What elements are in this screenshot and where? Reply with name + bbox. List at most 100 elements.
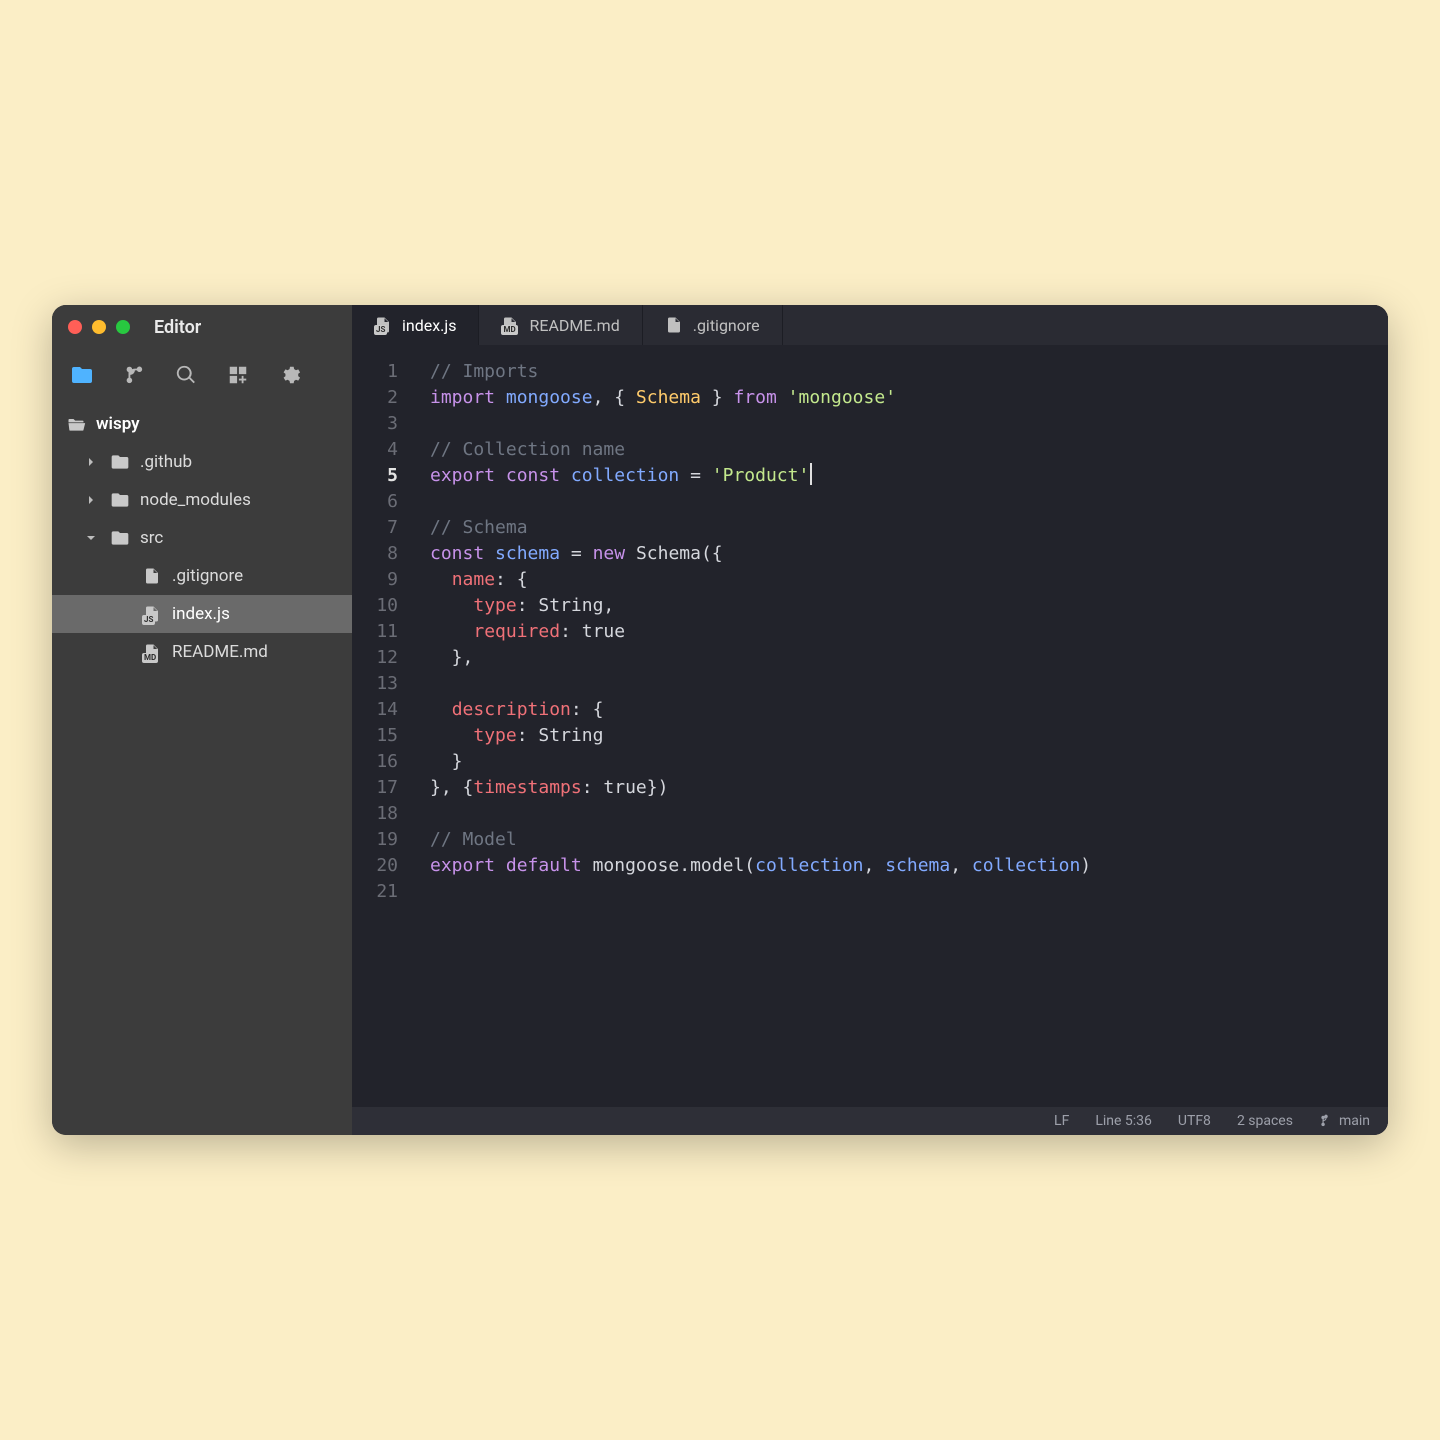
code-line[interactable]: type: String, bbox=[430, 593, 1388, 619]
code-line[interactable]: name: { bbox=[430, 567, 1388, 593]
code-line[interactable] bbox=[430, 671, 1388, 697]
tree-item[interactable]: src bbox=[52, 519, 352, 557]
js-file-icon: JS bbox=[374, 316, 392, 334]
tree-item[interactable]: .gitignore bbox=[52, 557, 352, 595]
code-line[interactable]: const schema = new Schema({ bbox=[430, 541, 1388, 567]
tab[interactable]: MDREADME.md bbox=[479, 305, 642, 345]
line-number: 17 bbox=[352, 775, 398, 801]
tree-item-label: index.js bbox=[172, 604, 230, 624]
extensions-icon[interactable] bbox=[226, 363, 250, 387]
status-branch-label: main bbox=[1339, 1113, 1370, 1129]
app-title: Editor bbox=[154, 317, 201, 338]
maximize-window-button[interactable] bbox=[116, 320, 130, 334]
settings-icon[interactable] bbox=[278, 363, 302, 387]
minimize-window-button[interactable] bbox=[92, 320, 106, 334]
line-number: 9 bbox=[352, 567, 398, 593]
folder-open-icon bbox=[66, 414, 86, 434]
chevron-right-icon bbox=[82, 491, 100, 509]
code-line[interactable]: required: true bbox=[430, 619, 1388, 645]
line-number: 15 bbox=[352, 723, 398, 749]
tab[interactable]: .gitignore bbox=[643, 305, 783, 345]
status-position[interactable]: Line 5:36 bbox=[1095, 1113, 1152, 1129]
md-file-icon: MD bbox=[142, 642, 162, 662]
line-number: 8 bbox=[352, 541, 398, 567]
editor-window: Editor wispy bbox=[52, 305, 1388, 1135]
tree-root-label: wispy bbox=[96, 414, 140, 434]
window-controls bbox=[68, 320, 130, 334]
line-number: 12 bbox=[352, 645, 398, 671]
line-number: 7 bbox=[352, 515, 398, 541]
status-bar: LF Line 5:36 UTF8 2 spaces main bbox=[352, 1107, 1388, 1135]
code-line[interactable]: description: { bbox=[430, 697, 1388, 723]
status-eol[interactable]: LF bbox=[1054, 1113, 1069, 1129]
line-number: 10 bbox=[352, 593, 398, 619]
tab-label: .gitignore bbox=[693, 316, 760, 335]
chevron-down-icon bbox=[82, 529, 100, 547]
folder-icon bbox=[110, 452, 130, 472]
code-line[interactable]: export default mongoose.model(collection… bbox=[430, 853, 1388, 879]
file-icon bbox=[665, 316, 683, 334]
tree-item-label: node_modules bbox=[140, 490, 251, 510]
line-number: 20 bbox=[352, 853, 398, 879]
md-file-icon: MD bbox=[501, 316, 519, 334]
code-line[interactable] bbox=[430, 489, 1388, 515]
line-number: 4 bbox=[352, 437, 398, 463]
explorer-icon[interactable] bbox=[70, 363, 94, 387]
line-gutter: 123456789101112131415161718192021 bbox=[352, 359, 410, 1107]
tab-label: index.js bbox=[402, 316, 456, 335]
line-number: 18 bbox=[352, 801, 398, 827]
status-encoding[interactable]: UTF8 bbox=[1178, 1113, 1211, 1129]
code-line[interactable]: // Imports bbox=[430, 359, 1388, 385]
status-indent[interactable]: 2 spaces bbox=[1237, 1113, 1293, 1129]
text-cursor bbox=[810, 463, 812, 485]
line-number: 1 bbox=[352, 359, 398, 385]
tree-item[interactable]: JS index.js bbox=[52, 595, 352, 633]
activity-bar bbox=[52, 349, 352, 405]
code-line[interactable] bbox=[430, 879, 1388, 905]
code-line[interactable]: export const collection = 'Product' bbox=[430, 463, 1388, 489]
tree-item-label: src bbox=[140, 528, 163, 548]
code-line[interactable]: // Collection name bbox=[430, 437, 1388, 463]
close-window-button[interactable] bbox=[68, 320, 82, 334]
tree-item[interactable]: .github bbox=[52, 443, 352, 481]
js-file-icon: JS bbox=[142, 604, 162, 624]
line-number: 19 bbox=[352, 827, 398, 853]
tree-root[interactable]: wispy bbox=[52, 405, 352, 443]
line-number: 16 bbox=[352, 749, 398, 775]
titlebar: Editor bbox=[52, 305, 352, 349]
file-icon bbox=[142, 566, 162, 586]
tab[interactable]: JS index.js bbox=[352, 305, 479, 345]
tab-bar: JS index.js MDREADME.md .gitignore bbox=[352, 305, 1388, 345]
tree-item-label: .github bbox=[140, 452, 192, 472]
code-line[interactable]: }, {timestamps: true}) bbox=[430, 775, 1388, 801]
tree-item[interactable]: node_modules bbox=[52, 481, 352, 519]
code-line[interactable] bbox=[430, 801, 1388, 827]
code-line[interactable]: type: String bbox=[430, 723, 1388, 749]
line-number: 14 bbox=[352, 697, 398, 723]
status-branch[interactable]: main bbox=[1319, 1113, 1370, 1129]
code-editor[interactable]: 123456789101112131415161718192021 // Imp… bbox=[352, 345, 1388, 1107]
folder-icon bbox=[110, 528, 130, 548]
code-line[interactable]: // Model bbox=[430, 827, 1388, 853]
chevron-right-icon bbox=[82, 453, 100, 471]
tree-item-label: .gitignore bbox=[172, 566, 243, 586]
main: JSindex.jsMDREADME.md.gitignore 12345678… bbox=[352, 305, 1388, 1135]
branch-icon bbox=[1319, 1114, 1333, 1128]
code-line[interactable]: import mongoose, { Schema } from 'mongoo… bbox=[430, 385, 1388, 411]
line-number: 6 bbox=[352, 489, 398, 515]
tree-item[interactable]: MD README.md bbox=[52, 633, 352, 671]
line-number: 2 bbox=[352, 385, 398, 411]
sidebar: Editor wispy bbox=[52, 305, 352, 1135]
line-number: 13 bbox=[352, 671, 398, 697]
code-area[interactable]: // Importsimport mongoose, { Schema } fr… bbox=[410, 359, 1388, 1107]
line-number: 5 bbox=[352, 463, 398, 489]
code-line[interactable]: // Schema bbox=[430, 515, 1388, 541]
folder-icon bbox=[110, 490, 130, 510]
line-number: 11 bbox=[352, 619, 398, 645]
code-line[interactable]: }, bbox=[430, 645, 1388, 671]
tree-item-label: README.md bbox=[172, 642, 268, 662]
code-line[interactable] bbox=[430, 411, 1388, 437]
search-icon[interactable] bbox=[174, 363, 198, 387]
source-control-icon[interactable] bbox=[122, 363, 146, 387]
code-line[interactable]: } bbox=[430, 749, 1388, 775]
